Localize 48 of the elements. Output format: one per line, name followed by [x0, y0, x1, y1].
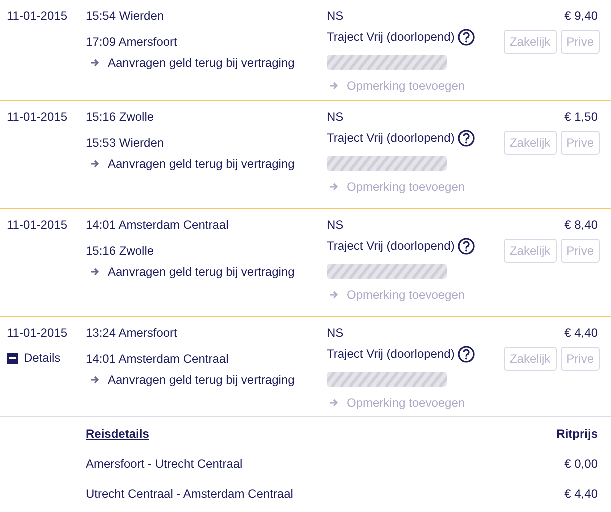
- help-icon[interactable]: [458, 130, 475, 146]
- leg-price: € 4,40: [564, 487, 598, 501]
- price-text: € 9,40: [564, 8, 598, 25]
- trip-date: 11-01-2015: [7, 8, 68, 25]
- leg-price: € 0,00: [564, 457, 598, 471]
- departure-text: 15:54 Wierden: [86, 8, 164, 25]
- arrow-icon: [91, 59, 100, 67]
- arrow-icon: [330, 183, 339, 191]
- arrow-icon: [91, 268, 100, 276]
- help-icon[interactable]: [458, 238, 475, 254]
- help-icon[interactable]: [458, 28, 475, 46]
- arrival-text: 15:53 Wierden: [86, 135, 164, 152]
- departure-text: 15:16 Zwolle: [86, 109, 154, 126]
- price-text: € 8,40: [564, 217, 598, 234]
- price-text: € 1,50: [564, 109, 598, 126]
- trip-date: 11-01-2015: [7, 217, 68, 234]
- product-text: Traject Vrij (doorlopend): [327, 238, 455, 255]
- leg-route: Utrecht Centraal - Amsterdam Centraal: [86, 487, 294, 501]
- details-toggle[interactable]: Details: [7, 349, 61, 367]
- minus-icon: [7, 352, 18, 364]
- arrival-text: 15:16 Zwolle: [86, 243, 154, 260]
- refund-link[interactable]: Aanvragen geld terug bij vertraging: [86, 263, 295, 281]
- operator-text: NS: [327, 8, 344, 25]
- trip-date: 11-01-2015: [7, 109, 68, 126]
- refund-link[interactable]: Aanvragen geld terug bij vertraging: [86, 155, 295, 173]
- operator-text: NS: [327, 109, 344, 126]
- trip-date: 11-01-2015: [7, 325, 68, 342]
- arrival-text: 17:09 Amersfoort: [86, 34, 178, 51]
- arrival-text: 14:01 Amsterdam Centraal: [86, 351, 229, 368]
- departure-text: 14:01 Amsterdam Centraal: [86, 217, 229, 234]
- refund-link[interactable]: Aanvragen geld terug bij vertraging: [86, 54, 295, 72]
- arrow-icon: [91, 160, 100, 168]
- refund-link[interactable]: Aanvragen geld terug bij vertraging: [86, 371, 295, 389]
- arrow-icon: [330, 399, 339, 407]
- product-text: Traject Vrij (doorlopend): [327, 346, 455, 363]
- details-heading: Reisdetails: [86, 427, 150, 441]
- arrow-icon: [330, 82, 339, 90]
- arrow-icon: [330, 291, 339, 299]
- product-text: Traject Vrij (doorlopend): [327, 29, 455, 46]
- arrow-icon: [91, 376, 100, 384]
- departure-text: 13:24 Amersfoort: [86, 325, 178, 342]
- operator-text: NS: [327, 217, 344, 234]
- operator-text: NS: [327, 325, 344, 342]
- help-icon[interactable]: [458, 346, 475, 362]
- product-text: Traject Vrij (doorlopend): [327, 130, 455, 147]
- price-heading: Ritprijs: [556, 427, 598, 441]
- leg-route: Amersfoort - Utrecht Centraal: [86, 457, 243, 471]
- price-text: € 4,40: [564, 325, 598, 342]
